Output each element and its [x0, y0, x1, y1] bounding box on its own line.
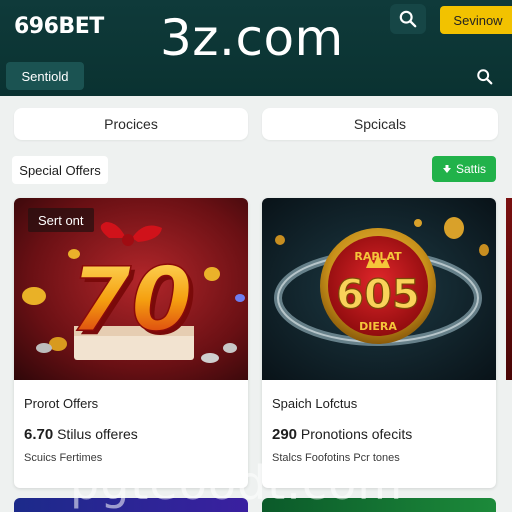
card-value: 6.70 — [24, 426, 54, 443]
header-tab[interactable]: Sentiold — [6, 62, 84, 90]
tab-specials[interactable]: Spcicals — [262, 108, 498, 140]
card-badge: Sert ont — [28, 208, 94, 232]
offer-card[interactable]: RAPLAT 605 DIERA Spaich Lofctus 290 Pron… — [262, 198, 496, 488]
card-value-line: 6.70 Stilus offeres — [24, 426, 138, 443]
filter-button[interactable]: Sattis — [432, 156, 496, 182]
promo-image: RAPLAT 605 DIERA — [262, 198, 496, 380]
section-title: Special Offers — [12, 156, 108, 184]
arrow-down-icon — [442, 165, 451, 173]
header-search-button[interactable] — [390, 4, 426, 34]
app-page: 696BET 3z.com Sevinow Sentiold Procices … — [0, 0, 512, 512]
card-title: Spaich Lofctus — [272, 396, 358, 411]
site-logo[interactable]: 696BET — [14, 14, 104, 39]
filter-label: Sattis — [455, 162, 486, 176]
next-card-peek[interactable] — [506, 198, 512, 380]
signup-button[interactable]: Sevinow — [440, 6, 512, 34]
search-icon[interactable] — [476, 68, 494, 86]
watermark-text: pgteoodt.com — [70, 456, 404, 510]
card-value-line: 290 Pronotions ofecits — [272, 426, 412, 443]
card-value-text: Pronotions ofecits — [300, 426, 413, 442]
watermark-text: 3z.com — [160, 9, 344, 67]
card-value-text: Stilus offeres — [57, 426, 138, 442]
promo-number: 70 — [70, 248, 192, 351]
card-value: 290 — [272, 426, 298, 443]
medal-bottom-text: DIERA — [359, 320, 397, 333]
tab-promotions[interactable]: Procices — [14, 108, 248, 140]
search-icon — [399, 10, 417, 28]
card-title: Prorot Offers — [24, 396, 99, 411]
top-header: 696BET 3z.com Sevinow Sentiold — [0, 0, 512, 96]
medal-top-text: RAPLAT — [354, 250, 402, 263]
offer-card[interactable]: 70 70 Sert ont Prorot Offers 6.70 Stilus… — [14, 198, 248, 488]
promo-number: 605 — [336, 272, 420, 318]
